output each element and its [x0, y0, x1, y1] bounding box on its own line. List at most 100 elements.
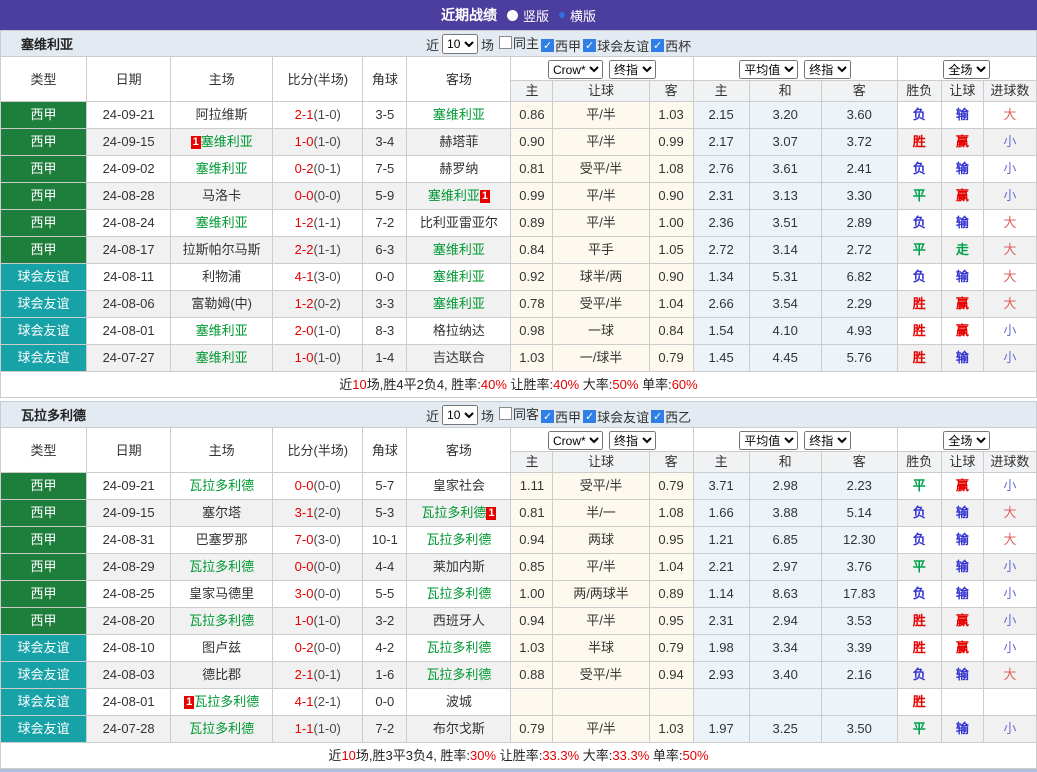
- avg-draw-odds: 2.94: [749, 608, 821, 635]
- full-score: 3-0: [295, 586, 314, 601]
- match-row: 西甲24-09-21瓦拉多利德0-0(0-0)5-7皇家社会1.11受平/半0.…: [1, 473, 1037, 500]
- scope-select[interactable]: 全场: [943, 60, 990, 79]
- unchecked-checkbox-icon[interactable]: [499, 407, 512, 420]
- match-score: 3-1(2-0): [273, 500, 363, 527]
- avg-home-odds: 2.31: [693, 608, 749, 635]
- result-goals: 大: [983, 662, 1036, 689]
- bookmaker-select[interactable]: Crow*: [548, 60, 603, 79]
- handicap-away-odds: 1.05: [649, 237, 693, 264]
- result-goals: 大: [983, 210, 1036, 237]
- match-row: 球会友谊24-07-27塞维利亚1-0(1-0)1-4吉达联合1.03一/球半0…: [1, 345, 1037, 372]
- unchecked-checkbox-icon[interactable]: [499, 36, 512, 49]
- handicap-line: 平/半: [553, 210, 649, 237]
- half-score: (1-0): [313, 107, 340, 122]
- handicap-home-odds: 0.94: [511, 527, 553, 554]
- col-header-home: 主场: [171, 428, 273, 473]
- col-header-date: 日期: [87, 428, 171, 473]
- checked-checkbox-icon[interactable]: ✓: [541, 39, 554, 52]
- checked-checkbox-icon[interactable]: ✓: [583, 410, 596, 423]
- match-row: 球会友谊24-07-28瓦拉多利德1-1(1-0)7-2布尔戈斯0.79平/半1…: [1, 716, 1037, 743]
- half-score: (0-0): [313, 640, 340, 655]
- bookmaker-select[interactable]: Crow*: [548, 431, 603, 450]
- odds-stage-select[interactable]: 终指: [609, 431, 656, 450]
- col-header-handicap-result: 让球: [941, 81, 983, 102]
- full-score: 0-0: [295, 559, 314, 574]
- match-row: 球会友谊24-08-11利物浦4-1(3-0)0-0塞维利亚0.92球半/两0.…: [1, 264, 1037, 291]
- summary-text: 让胜率:: [496, 748, 542, 763]
- result-goals: 小: [983, 608, 1036, 635]
- avg-home-odds: 1.14: [693, 581, 749, 608]
- result-handicap: 输: [941, 264, 983, 291]
- half-score: (1-1): [313, 215, 340, 230]
- half-score: (0-1): [313, 667, 340, 682]
- filter-checkbox[interactable]: ✓西甲: [541, 407, 581, 426]
- handicap-away-odds: 0.84: [649, 318, 693, 345]
- layout-radio-vertical[interactable]: 竖版: [507, 6, 549, 25]
- average-select[interactable]: 平均值: [739, 60, 798, 79]
- away-team: 布尔戈斯: [407, 716, 511, 743]
- checked-checkbox-icon[interactable]: ✓: [651, 410, 664, 423]
- checked-checkbox-icon[interactable]: ✓: [651, 39, 664, 52]
- corner-score: 3-2: [363, 608, 407, 635]
- avg-away-odds: 2.23: [821, 473, 897, 500]
- layout-radio-horizontal[interactable]: 横版: [559, 6, 596, 25]
- checked-checkbox-icon[interactable]: ✓: [541, 410, 554, 423]
- avg-away-odds: [821, 689, 897, 716]
- team-name-text: 瓦拉多利德: [426, 586, 491, 601]
- avg-home-odds: 1.54: [693, 318, 749, 345]
- match-row: 球会友谊24-08-10图卢兹0-2(0-0)4-2瓦拉多利德1.03半球0.7…: [1, 635, 1037, 662]
- result-handicap: 输: [941, 210, 983, 237]
- handicap-away-odds: 0.95: [649, 608, 693, 635]
- match-score: 4-1(2-1): [273, 689, 363, 716]
- radio-selected-icon[interactable]: [507, 10, 518, 21]
- result-handicap: 赢: [941, 608, 983, 635]
- near-label: 近: [426, 35, 439, 54]
- avg-stage-select[interactable]: 终指: [804, 60, 851, 79]
- handicap-line: 两/两球半: [553, 581, 649, 608]
- handicap-away-odds: 1.04: [649, 291, 693, 318]
- scope-select[interactable]: 全场: [943, 431, 990, 450]
- away-team: 瓦拉多利德: [407, 527, 511, 554]
- summary-text: 60%: [672, 377, 698, 392]
- match-count-select[interactable]: 10: [442, 34, 478, 54]
- filter-checkbox[interactable]: ✓球会友谊: [583, 36, 649, 55]
- away-team: 瓦拉多利德: [407, 581, 511, 608]
- full-score: 1-0: [295, 134, 314, 149]
- summary-text: 大率:: [579, 377, 612, 392]
- team-name-text: 布尔戈斯: [433, 721, 485, 736]
- col-header-handicap-result: 让球: [941, 452, 983, 473]
- handicap-line: 半球: [553, 635, 649, 662]
- filter-checkbox[interactable]: ✓西杯: [651, 36, 691, 55]
- filter-checkbox[interactable]: 同主: [499, 33, 539, 52]
- result-handicap: 赢: [941, 129, 983, 156]
- odds-stage-select[interactable]: 终指: [609, 60, 656, 79]
- col-header-outcome: 胜负: [897, 81, 941, 102]
- filter-checkbox[interactable]: ✓球会友谊: [583, 407, 649, 426]
- handicap-line: 一球: [553, 318, 649, 345]
- summary-cell: 近10场,胜3平3负4, 胜率:30% 让胜率:33.3% 大率:33.3% 单…: [1, 743, 1037, 769]
- filter-checkbox[interactable]: ✓西甲: [541, 36, 581, 55]
- match-count-select[interactable]: 10: [442, 405, 478, 425]
- avg-stage-select[interactable]: 终指: [804, 431, 851, 450]
- away-team: 皇家社会: [407, 473, 511, 500]
- average-select[interactable]: 平均值: [739, 431, 798, 450]
- avg-away-odds: 2.89: [821, 210, 897, 237]
- match-row: 球会友谊24-08-011瓦拉多利德4-1(2-1)0-0波城胜: [1, 689, 1037, 716]
- away-team: 瓦拉多利德1: [407, 500, 511, 527]
- half-score: (0-2): [313, 296, 340, 311]
- avg-draw-odds: 6.85: [749, 527, 821, 554]
- col-header-crow-line: 让球: [553, 81, 649, 102]
- handicap-home-odds: 0.81: [511, 156, 553, 183]
- filter-checkbox[interactable]: 同客: [499, 404, 539, 423]
- handicap-home-odds: 0.98: [511, 318, 553, 345]
- filter-checkbox[interactable]: ✓西乙: [651, 407, 691, 426]
- checked-checkbox-icon[interactable]: ✓: [583, 39, 596, 52]
- result-goals: 小: [983, 318, 1036, 345]
- handicap-away-odds: 1.08: [649, 500, 693, 527]
- match-score: 0-2(0-1): [273, 156, 363, 183]
- summary-text: 10: [341, 748, 355, 763]
- result-goals: 小: [983, 581, 1036, 608]
- handicap-home-odds: 0.86: [511, 102, 553, 129]
- title-bar: 近期战绩 竖版 横版: [0, 0, 1037, 30]
- radio-unselected-icon[interactable]: [559, 12, 565, 18]
